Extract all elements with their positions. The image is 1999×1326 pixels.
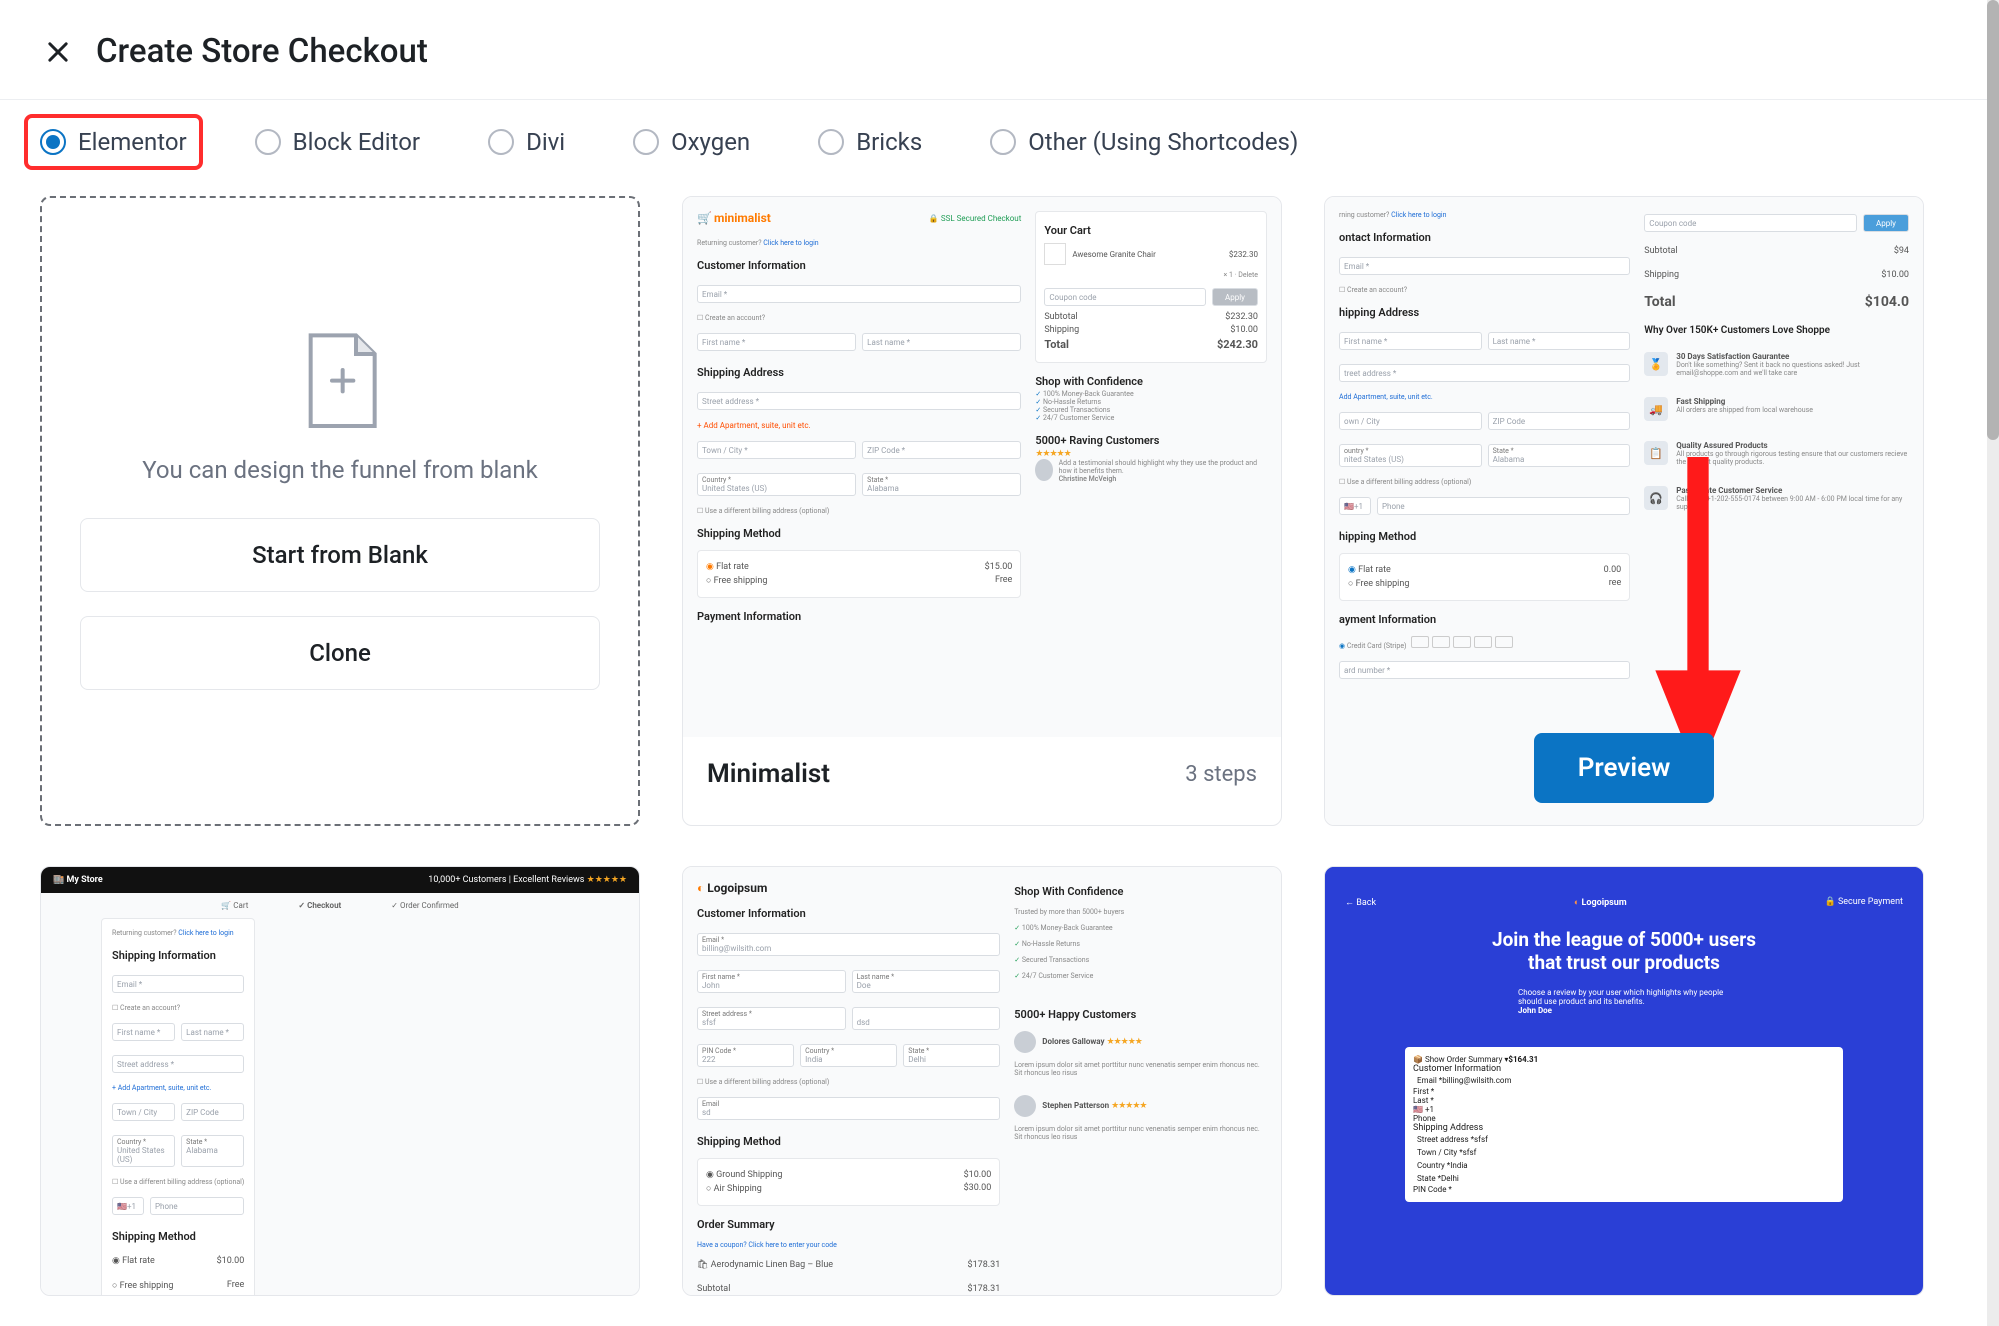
- start-from-blank-button[interactable]: Start from Blank: [80, 518, 600, 592]
- tab-oxygen[interactable]: Oxygen: [619, 116, 764, 168]
- template-card-minimalist[interactable]: 🛒 minimalist🔒 SSL Secured Checkout Retur…: [682, 196, 1282, 826]
- radio-icon: [40, 129, 66, 155]
- clone-button[interactable]: Clone: [80, 616, 600, 690]
- template-steps: 3 steps: [1185, 762, 1257, 787]
- template-card-logoipsum-light[interactable]: ◐ Logoipsum Customer Information Email *…: [682, 866, 1282, 1296]
- tab-block-editor[interactable]: Block Editor: [241, 116, 434, 168]
- template-name: Minimalist: [707, 759, 830, 789]
- scrollbar-thumb[interactable]: [1987, 0, 1999, 440]
- tab-other[interactable]: Other (Using Shortcodes): [976, 116, 1312, 168]
- blank-document-icon: [300, 332, 380, 432]
- close-icon[interactable]: [44, 38, 72, 66]
- template-card-shoppe[interactable]: rning customer? Click here to login onta…: [1324, 196, 1924, 826]
- radio-icon: [633, 129, 659, 155]
- tab-bricks[interactable]: Bricks: [804, 116, 936, 168]
- tab-divi[interactable]: Divi: [474, 116, 579, 168]
- modal-header: Create Store Checkout: [0, 0, 1999, 100]
- template-thumbnail: 🏬 My Store10,000+ Customers | Excellent …: [41, 867, 639, 1296]
- builder-tabs: Elementor Block Editor Divi Oxygen Brick…: [0, 100, 1999, 180]
- radio-icon: [488, 129, 514, 155]
- template-thumbnail: 🛒 minimalist🔒 SSL Secured Checkout Retur…: [683, 197, 1281, 737]
- template-card-mystore[interactable]: 🏬 My Store10,000+ Customers | Excellent …: [40, 866, 640, 1296]
- template-card-logoipsum-blue[interactable]: ← Back◐ Logoipsum🔒 Secure Payment Join t…: [1324, 866, 1924, 1296]
- radio-icon: [255, 129, 281, 155]
- tab-elementor[interactable]: Elementor: [26, 116, 201, 168]
- page-title: Create Store Checkout: [96, 32, 428, 71]
- template-thumbnail: ◐ Logoipsum Customer Information Email *…: [683, 867, 1281, 1296]
- template-thumbnail: ← Back◐ Logoipsum🔒 Secure Payment Join t…: [1325, 867, 1923, 1296]
- preview-button[interactable]: Preview: [1534, 733, 1715, 803]
- radio-icon: [990, 129, 1016, 155]
- blank-description: You can design the funnel from blank: [142, 456, 538, 484]
- blank-template-card: You can design the funnel from blank Sta…: [40, 196, 640, 826]
- radio-icon: [818, 129, 844, 155]
